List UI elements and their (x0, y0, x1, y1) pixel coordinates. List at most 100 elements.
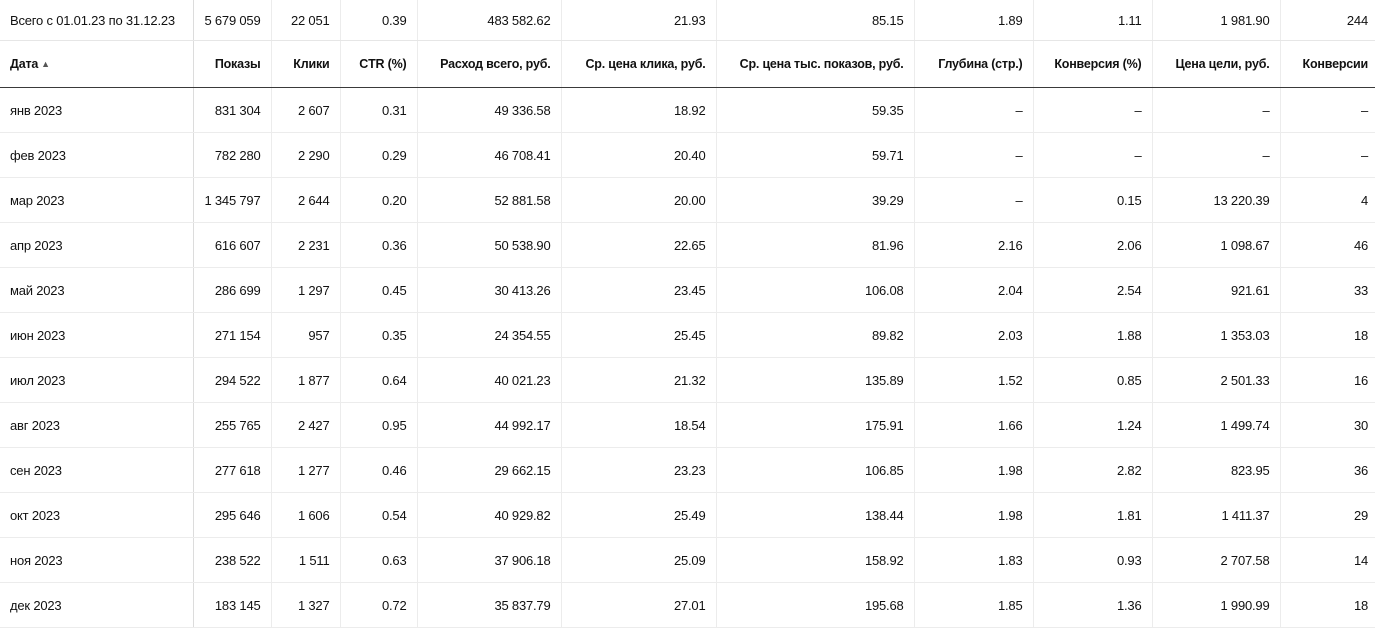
cell-avg-cpc: 25.09 (561, 537, 717, 583)
table-row: апр 2023 616 607 2 231 0.36 50 538.90 22.65 81… (0, 222, 1375, 268)
table-row: окт 2023 295 646 1 606 0.54 40 929.82 25.49 13… (0, 492, 1375, 538)
cell-avg-cpc: 27.01 (561, 582, 717, 628)
cell-spend-total: 52 881.58 (417, 177, 562, 223)
cell-goal-cost: 1 990.99 (1152, 582, 1281, 628)
cell-spend-total: 37 906.18 (417, 537, 562, 583)
cell-depth: 1.83 (914, 537, 1034, 583)
row-date: окт 2023 (0, 492, 194, 538)
row-date: май 2023 (0, 267, 194, 313)
cell-clicks: 2 290 (271, 132, 341, 178)
totals-conversion-rate: 1.11 (1033, 0, 1153, 41)
cell-avg-cpm: 175.91 (716, 402, 915, 448)
cell-goal-cost: – (1152, 87, 1281, 133)
cell-ctr: 0.63 (340, 537, 418, 583)
cell-conversions: 18 (1280, 582, 1375, 628)
cell-depth: – (914, 87, 1034, 133)
column-header-date[interactable]: Дата ▲ (0, 40, 194, 88)
cell-avg-cpm: 89.82 (716, 312, 915, 358)
cell-spend-total: 44 992.17 (417, 402, 562, 448)
cell-impressions: 277 618 (193, 447, 272, 493)
column-header-avg-cpm[interactable]: Ср. цена тыс. показов, руб. (716, 40, 915, 88)
cell-clicks: 1 877 (271, 357, 341, 403)
column-header-conversions[interactable]: Конверсии (1280, 40, 1375, 88)
row-date: дек 2023 (0, 582, 194, 628)
totals-avg-cpm: 85.15 (716, 0, 915, 41)
cell-spend-total: 24 354.55 (417, 312, 562, 358)
cell-conversions: 30 (1280, 402, 1375, 448)
totals-label: Всего с 01.01.23 по 31.12.23 (0, 0, 194, 41)
cell-depth: – (914, 177, 1034, 223)
table-row: авг 2023 255 765 2 427 0.95 44 992.17 18.54 17… (0, 402, 1375, 448)
column-header-date-label: Дата (10, 57, 39, 71)
cell-spend-total: 49 336.58 (417, 87, 562, 133)
cell-conversions: – (1280, 132, 1375, 178)
column-header-goal-cost[interactable]: Цена цели, руб. (1152, 40, 1281, 88)
cell-impressions: 295 646 (193, 492, 272, 538)
cell-spend-total: 29 662.15 (417, 447, 562, 493)
cell-avg-cpm: 138.44 (716, 492, 915, 538)
cell-goal-cost: – (1152, 132, 1281, 178)
cell-avg-cpc: 18.54 (561, 402, 717, 448)
column-header-conversion-rate[interactable]: Конверсия (%) (1033, 40, 1153, 88)
row-date: авг 2023 (0, 402, 194, 448)
cell-goal-cost: 921.61 (1152, 267, 1281, 313)
cell-conversions: 36 (1280, 447, 1375, 493)
cell-conversion-rate: 0.85 (1033, 357, 1153, 403)
cell-conversions: 14 (1280, 537, 1375, 583)
cell-conversion-rate: 1.36 (1033, 582, 1153, 628)
cell-depth: 1.66 (914, 402, 1034, 448)
cell-avg-cpc: 18.92 (561, 87, 717, 133)
cell-impressions: 616 607 (193, 222, 272, 268)
column-header-ctr[interactable]: CTR (%) (340, 40, 418, 88)
cell-conversions: 4 (1280, 177, 1375, 223)
header-row: Дата ▲ Показы Клики CTR (%) Расход всего, руб… (0, 40, 1375, 88)
cell-goal-cost: 1 411.37 (1152, 492, 1281, 538)
cell-impressions: 1 345 797 (193, 177, 272, 223)
cell-clicks: 2 231 (271, 222, 341, 268)
statistics-table: Всего с 01.01.23 по 31.12.23 5 679 059 22 … (0, 0, 1375, 628)
cell-ctr: 0.64 (340, 357, 418, 403)
cell-clicks: 2 644 (271, 177, 341, 223)
cell-impressions: 183 145 (193, 582, 272, 628)
cell-goal-cost: 1 353.03 (1152, 312, 1281, 358)
cell-conversion-rate: 0.93 (1033, 537, 1153, 583)
table-row: мар 2023 1 345 797 2 644 0.20 52 881.58 20.00… (0, 177, 1375, 223)
column-header-clicks[interactable]: Клики (271, 40, 341, 88)
cell-avg-cpm: 59.71 (716, 132, 915, 178)
cell-clicks: 1 327 (271, 582, 341, 628)
cell-conversion-rate: – (1033, 87, 1153, 133)
totals-depth: 1.89 (914, 0, 1034, 41)
cell-clicks: 2 607 (271, 87, 341, 133)
cell-ctr: 0.45 (340, 267, 418, 313)
cell-conversion-rate: 1.81 (1033, 492, 1153, 538)
cell-clicks: 1 277 (271, 447, 341, 493)
totals-spend-total: 483 582.62 (417, 0, 562, 41)
sort-ascending-icon[interactable]: ▲ (41, 59, 50, 69)
cell-goal-cost: 823.95 (1152, 447, 1281, 493)
table-row: ноя 2023 238 522 1 511 0.63 37 906.18 25.09 15… (0, 537, 1375, 583)
cell-avg-cpc: 20.00 (561, 177, 717, 223)
column-header-depth[interactable]: Глубина (стр.) (914, 40, 1034, 88)
cell-impressions: 286 699 (193, 267, 272, 313)
cell-ctr: 0.72 (340, 582, 418, 628)
cell-avg-cpc: 23.45 (561, 267, 717, 313)
column-header-spend-total[interactable]: Расход всего, руб. (417, 40, 562, 88)
cell-avg-cpm: 158.92 (716, 537, 915, 583)
table-row: июл 2023 294 522 1 877 0.64 40 021.23 21.32 13… (0, 357, 1375, 403)
column-header-avg-cpc[interactable]: Ср. цена клика, руб. (561, 40, 717, 88)
cell-ctr: 0.35 (340, 312, 418, 358)
cell-impressions: 831 304 (193, 87, 272, 133)
cell-avg-cpc: 20.40 (561, 132, 717, 178)
cell-spend-total: 46 708.41 (417, 132, 562, 178)
row-date: июн 2023 (0, 312, 194, 358)
cell-avg-cpm: 195.68 (716, 582, 915, 628)
row-date: мар 2023 (0, 177, 194, 223)
cell-avg-cpc: 21.32 (561, 357, 717, 403)
cell-conversion-rate: 1.24 (1033, 402, 1153, 448)
cell-ctr: 0.95 (340, 402, 418, 448)
cell-depth: 2.03 (914, 312, 1034, 358)
table-row: июн 2023 271 154 957 0.35 24 354.55 25.45 89.8… (0, 312, 1375, 358)
column-header-impressions[interactable]: Показы (193, 40, 272, 88)
cell-avg-cpm: 81.96 (716, 222, 915, 268)
cell-avg-cpm: 135.89 (716, 357, 915, 403)
